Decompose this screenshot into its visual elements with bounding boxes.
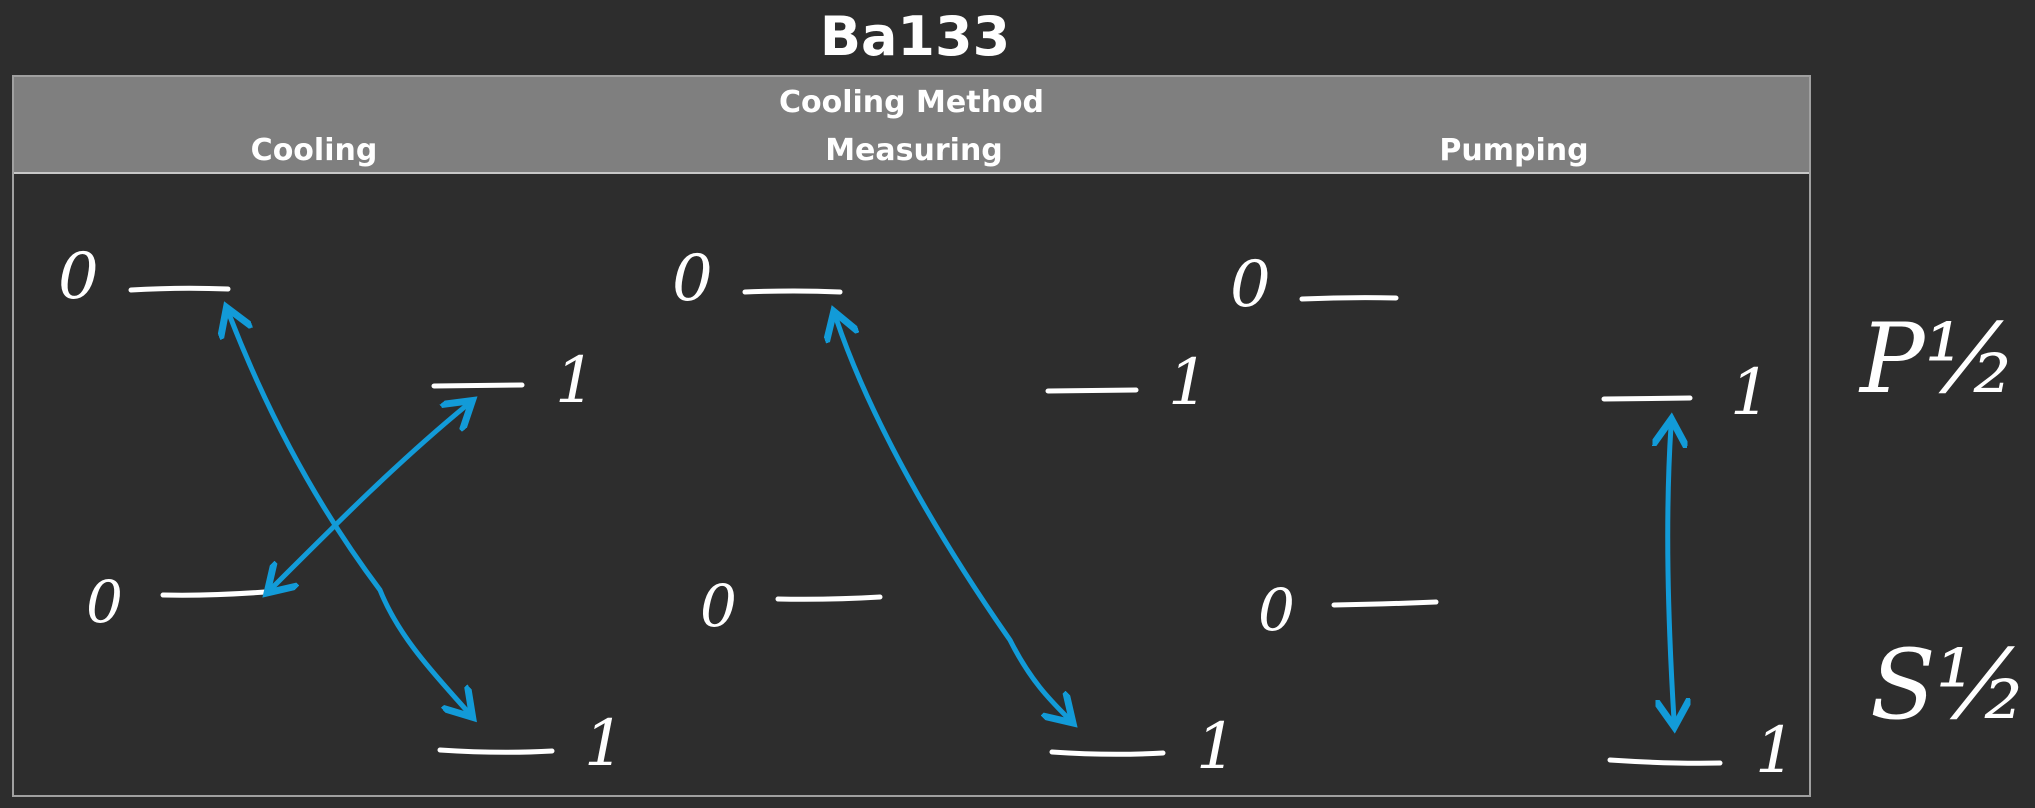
pumping-lower-0-label: 0 (1258, 576, 1295, 644)
cooling-upper-1-level (431, 382, 525, 389)
pumping-upper-0-label: 0 (1230, 248, 1271, 322)
cooling-upper-0-label: 0 (58, 240, 99, 314)
cooling-levels: 0 1 0 1 (58, 240, 625, 781)
pumping-lower-1-label: 1 (1755, 714, 1796, 788)
cooling-lower-1-level (437, 747, 555, 755)
measuring-upper-0-label: 0 (672, 242, 713, 316)
measuring-transition-arrow (836, 318, 1068, 718)
measuring-upper-1-level (1045, 387, 1139, 394)
measuring-lower-1-label: 1 (1196, 710, 1237, 784)
cooling-upper-1-label: 1 (555, 344, 596, 418)
pumping-upper-1-level (1601, 395, 1693, 402)
cooling-lower-0-label: 0 (86, 568, 123, 636)
measuring-lower-0-level (775, 594, 883, 602)
lower-term-label: S½ (1870, 629, 2029, 741)
measuring-upper-0-level (742, 288, 843, 295)
pumping-lower-1-level (1607, 757, 1723, 766)
cooling-lower-0-level (160, 589, 268, 598)
energy-level-diagram: 0 1 0 1 0 1 0 1 0 1 0 1 P½ S½ (58, 240, 2029, 788)
pumping-levels: 0 1 0 1 (1230, 248, 1796, 788)
cooling-upper-0-level (128, 285, 231, 293)
cooling-lower-1-label: 1 (584, 707, 625, 781)
measuring-lower-0-label: 0 (700, 572, 737, 640)
cooling-transition-arrow-1-to-0 (272, 405, 467, 588)
pumping-upper-1-label: 1 (1730, 356, 1771, 430)
measuring-lower-1-level (1049, 749, 1166, 757)
pumping-upper-0-level (1299, 295, 1399, 302)
pumping-lower-0-level (1331, 599, 1439, 608)
upper-term-label: P½ (1858, 303, 2018, 415)
measuring-levels: 0 1 0 1 (672, 242, 1237, 784)
pumping-transition-arrow (1668, 426, 1674, 720)
measuring-upper-1-label: 1 (1168, 346, 1209, 420)
